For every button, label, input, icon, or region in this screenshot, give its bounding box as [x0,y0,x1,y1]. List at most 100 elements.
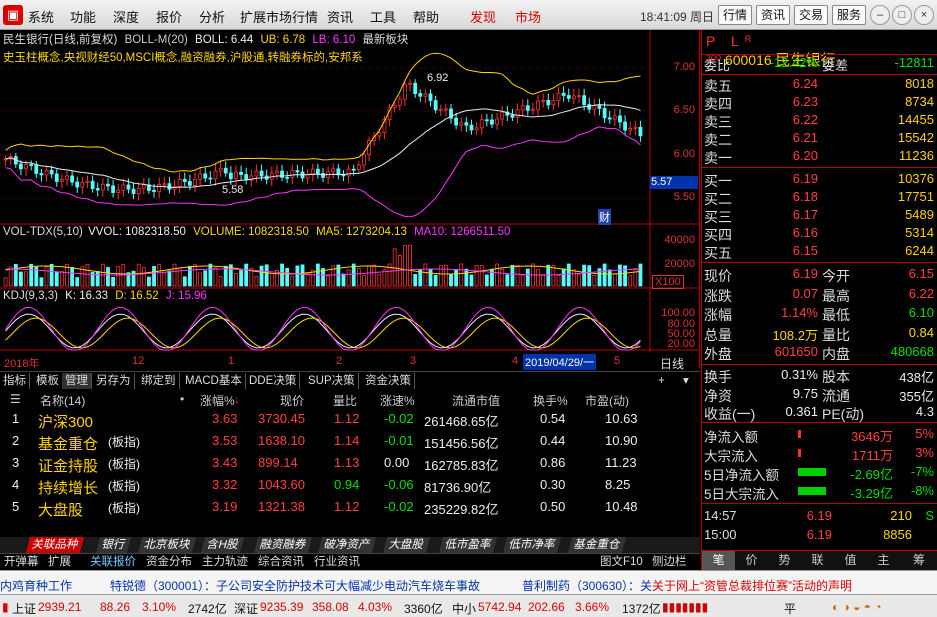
sh-label[interactable]: 上证 [12,600,36,617]
fund-dist-button[interactable]: 资金分布 [146,555,192,569]
table-row[interactable]: 2 基金重仓 (板指) 3.53 1638.10 1.14 -0.01 151456.56亿 0… [0,433,700,455]
tab-related[interactable]: 关联品种 [25,537,85,553]
flow-row[interactable]: 5日大宗流入 -3.29亿 -8% [702,483,937,502]
bid-row[interactable]: 买三 6.17 5489 [702,207,937,225]
ticker-item-1[interactable]: 内鸡育种工作 [0,577,72,594]
add-tab-icon[interactable]: + [655,373,668,389]
ask-row[interactable]: 卖二 6.21 15542 [702,130,937,148]
general-news-button[interactable]: 综合资讯 [258,555,304,569]
finance-marker[interactable]: 财 [598,209,611,225]
stat-row[interactable]: 总量 108.2万 量比 0.84 [702,325,937,343]
industry-news-button[interactable]: 行业资讯 [314,555,360,569]
stat-row[interactable]: 涨幅 1.14% 最低 6.10 [702,305,937,323]
menu-function[interactable]: 功能 [70,7,96,26]
newest-sector[interactable]: 最新板块 [362,34,408,46]
related-quote-button[interactable]: 关联报价 [90,555,136,569]
chart-area[interactable]: 民生银行(日线,前复权) BOLL-M(20) BOLL: 6.44 UB: 6… [0,30,700,371]
app-logo-icon[interactable]: ▣ [3,5,23,25]
tab-link[interactable]: 联 [801,551,834,570]
period-label[interactable]: 日线 [660,355,684,372]
stat-row[interactable]: 外盘 601650 内盘 480668 [702,344,937,362]
ticker-item-2[interactable]: 特锐德（300001）：子公司安全防护技术可大幅减少电动汽车烧车事故 [110,577,480,594]
table-row[interactable]: 4 持续增长 (板指) 3.32 1043.60 0.94 -0.06 81736.90亿 0.… [0,477,700,499]
ticker-item-4[interactable]: 关于网上“资管总裁排位赛”活动的声明 [652,577,852,594]
tab-sup[interactable]: SUP决策 [305,373,359,389]
stat-row[interactable]: 现价 6.19 今开 6.15 [702,266,937,284]
tab-fund[interactable]: 资金决策 [362,373,415,389]
ask-row[interactable]: 卖三 6.22 14455 [702,112,937,130]
menu-help[interactable]: 帮助 [413,7,439,26]
col-pe[interactable]: 市盈(动) [585,392,629,409]
tab-template[interactable]: 模板 [33,373,63,389]
tab-trend[interactable]: 势 [768,551,801,570]
col-change-pct[interactable]: 涨幅% [200,392,235,409]
menu-ext-market[interactable]: 扩展市场行情 [240,7,318,26]
tab-beijing[interactable]: 北京板块 [137,537,197,553]
tab-chips[interactable]: 筹 [900,551,937,570]
menu-depth[interactable]: 深度 [113,7,139,26]
tab-low-pb[interactable]: 低市净率 [502,537,562,553]
boll-indicator-name[interactable]: BOLL-M(20) [125,34,188,46]
row-name[interactable]: 持续增长 [38,477,98,498]
menu-discover[interactable]: 发现 [470,7,496,26]
zx-label[interactable]: 中小 [452,600,476,617]
extend-button[interactable]: 扩展 [48,555,71,569]
row-name[interactable]: 基金重仓 [38,433,98,454]
row-name[interactable]: 沪深300 [38,411,93,432]
col-market-cap[interactable]: 流通市值 [452,392,500,409]
tab-bank[interactable]: 银行 [95,537,132,553]
quote-button[interactable]: 行情 [718,5,752,25]
danmaku-button[interactable]: 开弹幕 [4,555,39,569]
tab-price[interactable]: 价 [735,551,768,570]
bid-row[interactable]: 买四 6.16 5314 [702,225,937,243]
stat2-row[interactable]: 净资 9.75 流通 355亿 [702,386,937,404]
tab-h-share[interactable]: 含H股 [200,537,245,553]
row-name[interactable]: 证金持股 [38,455,98,476]
tab-indicator[interactable]: 指标 [0,373,30,389]
close-icon[interactable]: × [914,5,934,25]
ask-row[interactable]: 卖五 6.24 8018 [702,76,937,94]
tick-row[interactable]: 14:57 6.19 210 S [702,508,937,526]
menu-tools[interactable]: 工具 [370,7,396,26]
tab-manage[interactable]: 管理 [62,373,92,389]
table-row[interactable]: 3 证金持股 (板指) 3.43 899.14 1.13 0.00 162785.83亿 0.8… [0,455,700,477]
tab-value[interactable]: 值 [834,551,867,570]
tab-bind-to[interactable]: 绑定到 [138,373,180,389]
table-row[interactable]: 1 沪深300 3.63 3730.45 1.12 -0.02 261468.65亿 0.54… [0,411,700,433]
bid-row[interactable]: 买五 6.15 6244 [702,243,937,261]
stat-row[interactable]: 涨跌 0.07 最高 6.22 [702,286,937,304]
sz-label[interactable]: 深证 [234,600,258,617]
tab-save-as[interactable]: 另存为 [93,373,135,389]
trade-button[interactable]: 交易 [794,5,828,25]
pl-icon[interactable]: P L [706,33,745,49]
tab-large-cap[interactable]: 大盘股 [382,537,430,553]
status-tray-icons[interactable]: ◐ ◑ ◒ ◓ ◔ [832,600,882,614]
stat2-row[interactable]: 收益(一) 0.361 PE(动) 4.3 [702,404,937,422]
f10-button[interactable]: 图文F10 [600,555,643,569]
ask-row[interactable]: 卖四 6.23 8734 [702,94,937,112]
vol-name[interactable]: VOL-TDX(5,10) [3,226,83,238]
tab-main[interactable]: 主 [867,551,900,570]
maximize-icon[interactable]: □ [892,5,912,25]
col-name[interactable]: 名称(14) [40,392,85,409]
service-button[interactable]: 服务 [832,5,866,25]
flow-row[interactable]: 5日净流入额 -2.69亿 -7% [702,464,937,483]
ask-row[interactable]: 卖一 6.20 11236 [702,148,937,166]
sidebar-button[interactable]: 侧边栏 [652,555,687,569]
news-button[interactable]: 资讯 [756,5,790,25]
ticker-item-3[interactable]: 普利制药（300630）：关 [522,577,652,594]
col-volume-ratio[interactable]: 量比 [333,392,357,409]
main-track-button[interactable]: 主力轨迹 [202,555,248,569]
tab-low-pe[interactable]: 低市盈率 [438,537,498,553]
bid-row[interactable]: 买一 6.19 10376 [702,171,937,189]
minimize-icon[interactable]: – [870,5,890,25]
menu-quote[interactable]: 报价 [156,7,182,26]
col-price[interactable]: 现价 [280,392,304,409]
sort-desc-icon[interactable]: ↓ [234,392,240,406]
tab-dde[interactable]: DDE决策 [246,373,301,389]
bid-row[interactable]: 买二 6.18 17751 [702,189,937,207]
menu-analysis[interactable]: 分析 [199,7,225,26]
menu-market[interactable]: 市场 [515,7,541,26]
tab-tick[interactable]: 笔 [702,551,735,570]
flow-row[interactable]: 净流入额 3646万 5% [702,426,937,445]
